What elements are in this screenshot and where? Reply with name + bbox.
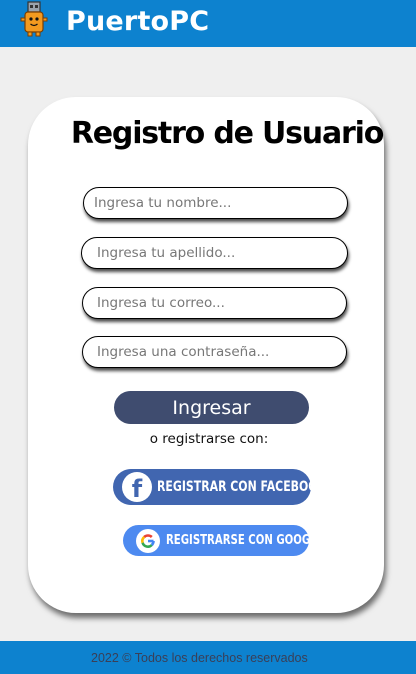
email-input[interactable] <box>82 287 347 319</box>
brand-name[interactable]: PuertoPC <box>66 6 209 37</box>
facebook-register-button[interactable]: f REGISTRAR CON FACEBOOK <box>113 469 326 505</box>
top-bar: PuertoPC <box>0 0 416 47</box>
usb-mascot-icon[interactable] <box>20 1 48 37</box>
google-icon <box>136 528 160 553</box>
last-name-input[interactable] <box>81 237 348 269</box>
first-name-input[interactable] <box>83 187 348 219</box>
or-register-with-label: o registrarse con: <box>149 431 269 447</box>
google-register-button[interactable]: REGISTRARSE CON GOOGLE <box>123 525 324 556</box>
facebook-icon: f <box>122 472 152 503</box>
password-input[interactable] <box>82 336 347 368</box>
footer: 2022 © Todos los derechos reservados <box>0 641 416 674</box>
facebook-button-label: REGISTRAR CON FACEBOOK <box>157 479 327 495</box>
page-title: Registro de Usuario <box>70 116 384 151</box>
submit-button[interactable]: Ingresar <box>114 391 309 424</box>
copyright-text: 2022 © Todos los derechos reservados <box>91 651 308 665</box>
google-button-label: REGISTRARSE CON GOOGLE <box>166 533 324 548</box>
